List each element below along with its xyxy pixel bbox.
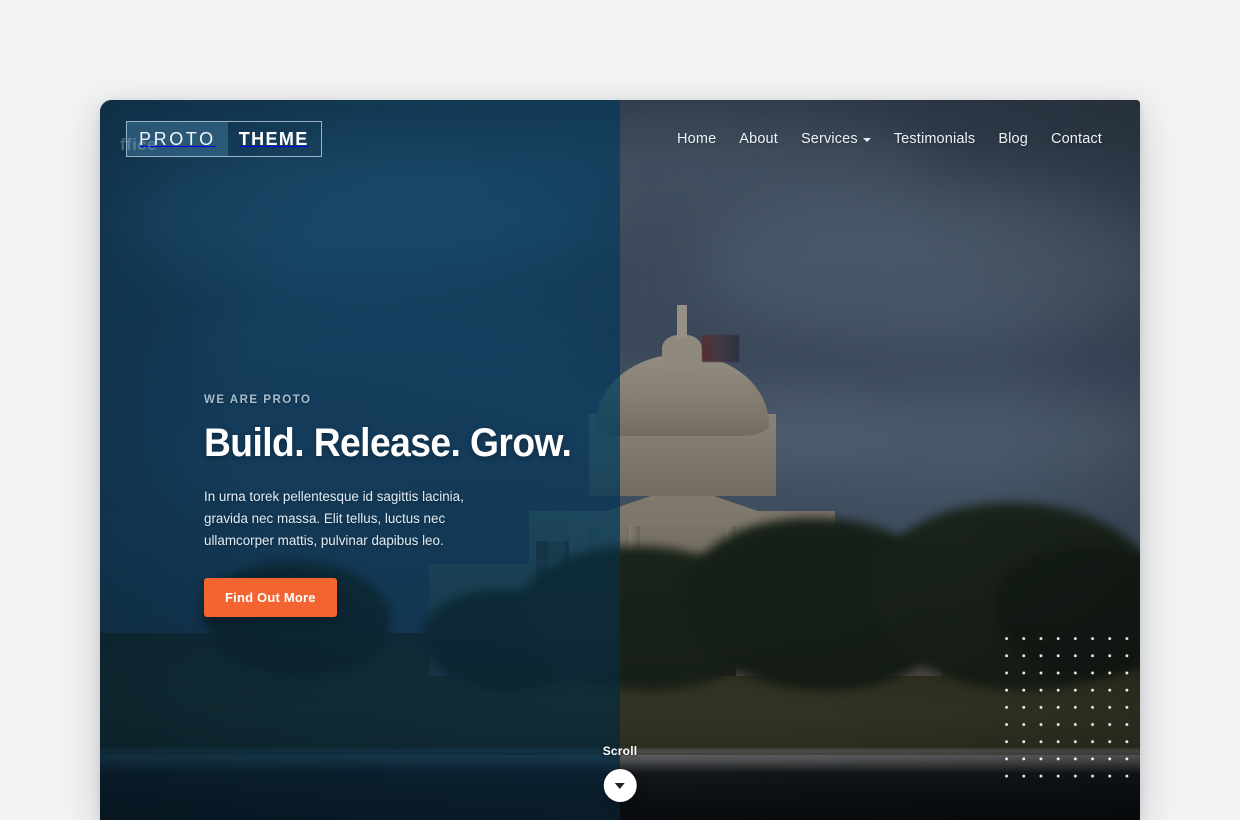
chevron-down-icon: [862, 138, 871, 142]
page-root: ffice PROTO THEME Home About Services Te…: [0, 0, 1240, 820]
nav-label: Contact: [1050, 131, 1102, 147]
site-header: ffice PROTO THEME Home About Services Te…: [100, 100, 1140, 178]
nav-label: Blog: [998, 131, 1028, 147]
hero-subcopy: In urna torek pellentesque id sagittis l…: [204, 489, 464, 548]
hero-copy-block: WE ARE PROTO Build. Release. Grow. In ur…: [204, 394, 624, 617]
chevron-down-icon: [614, 782, 625, 789]
hero-eyebrow: WE ARE PROTO: [204, 394, 312, 406]
logo-text-theme: THEME: [238, 129, 309, 149]
background-ghost-text: ffice: [120, 135, 157, 154]
nav-item-home[interactable]: Home: [677, 131, 716, 147]
nav-item-contact[interactable]: Contact: [1051, 131, 1102, 147]
find-out-more-button[interactable]: Find Out More: [204, 577, 337, 617]
scroll-label: Scroll: [602, 744, 638, 758]
nav-item-services[interactable]: Services: [801, 131, 871, 147]
nav-label: Testimonials: [893, 131, 976, 147]
nav-label: About: [739, 131, 778, 147]
nav-item-about[interactable]: About: [739, 131, 778, 147]
hero-headline: Build. Release. Grow.: [204, 421, 572, 465]
scroll-down-button[interactable]: [603, 769, 637, 802]
nav-item-blog[interactable]: Blog: [998, 131, 1028, 147]
nav-label: Services: [800, 131, 858, 147]
nav-label: Home: [677, 131, 717, 147]
hero-section: ffice PROTO THEME Home About Services Te…: [100, 100, 1140, 820]
main-navigation: Home About Services Testimonials Blog Co…: [677, 131, 1102, 147]
nav-item-testimonials[interactable]: Testimonials: [894, 131, 976, 147]
scroll-indicator: Scroll: [603, 744, 638, 802]
